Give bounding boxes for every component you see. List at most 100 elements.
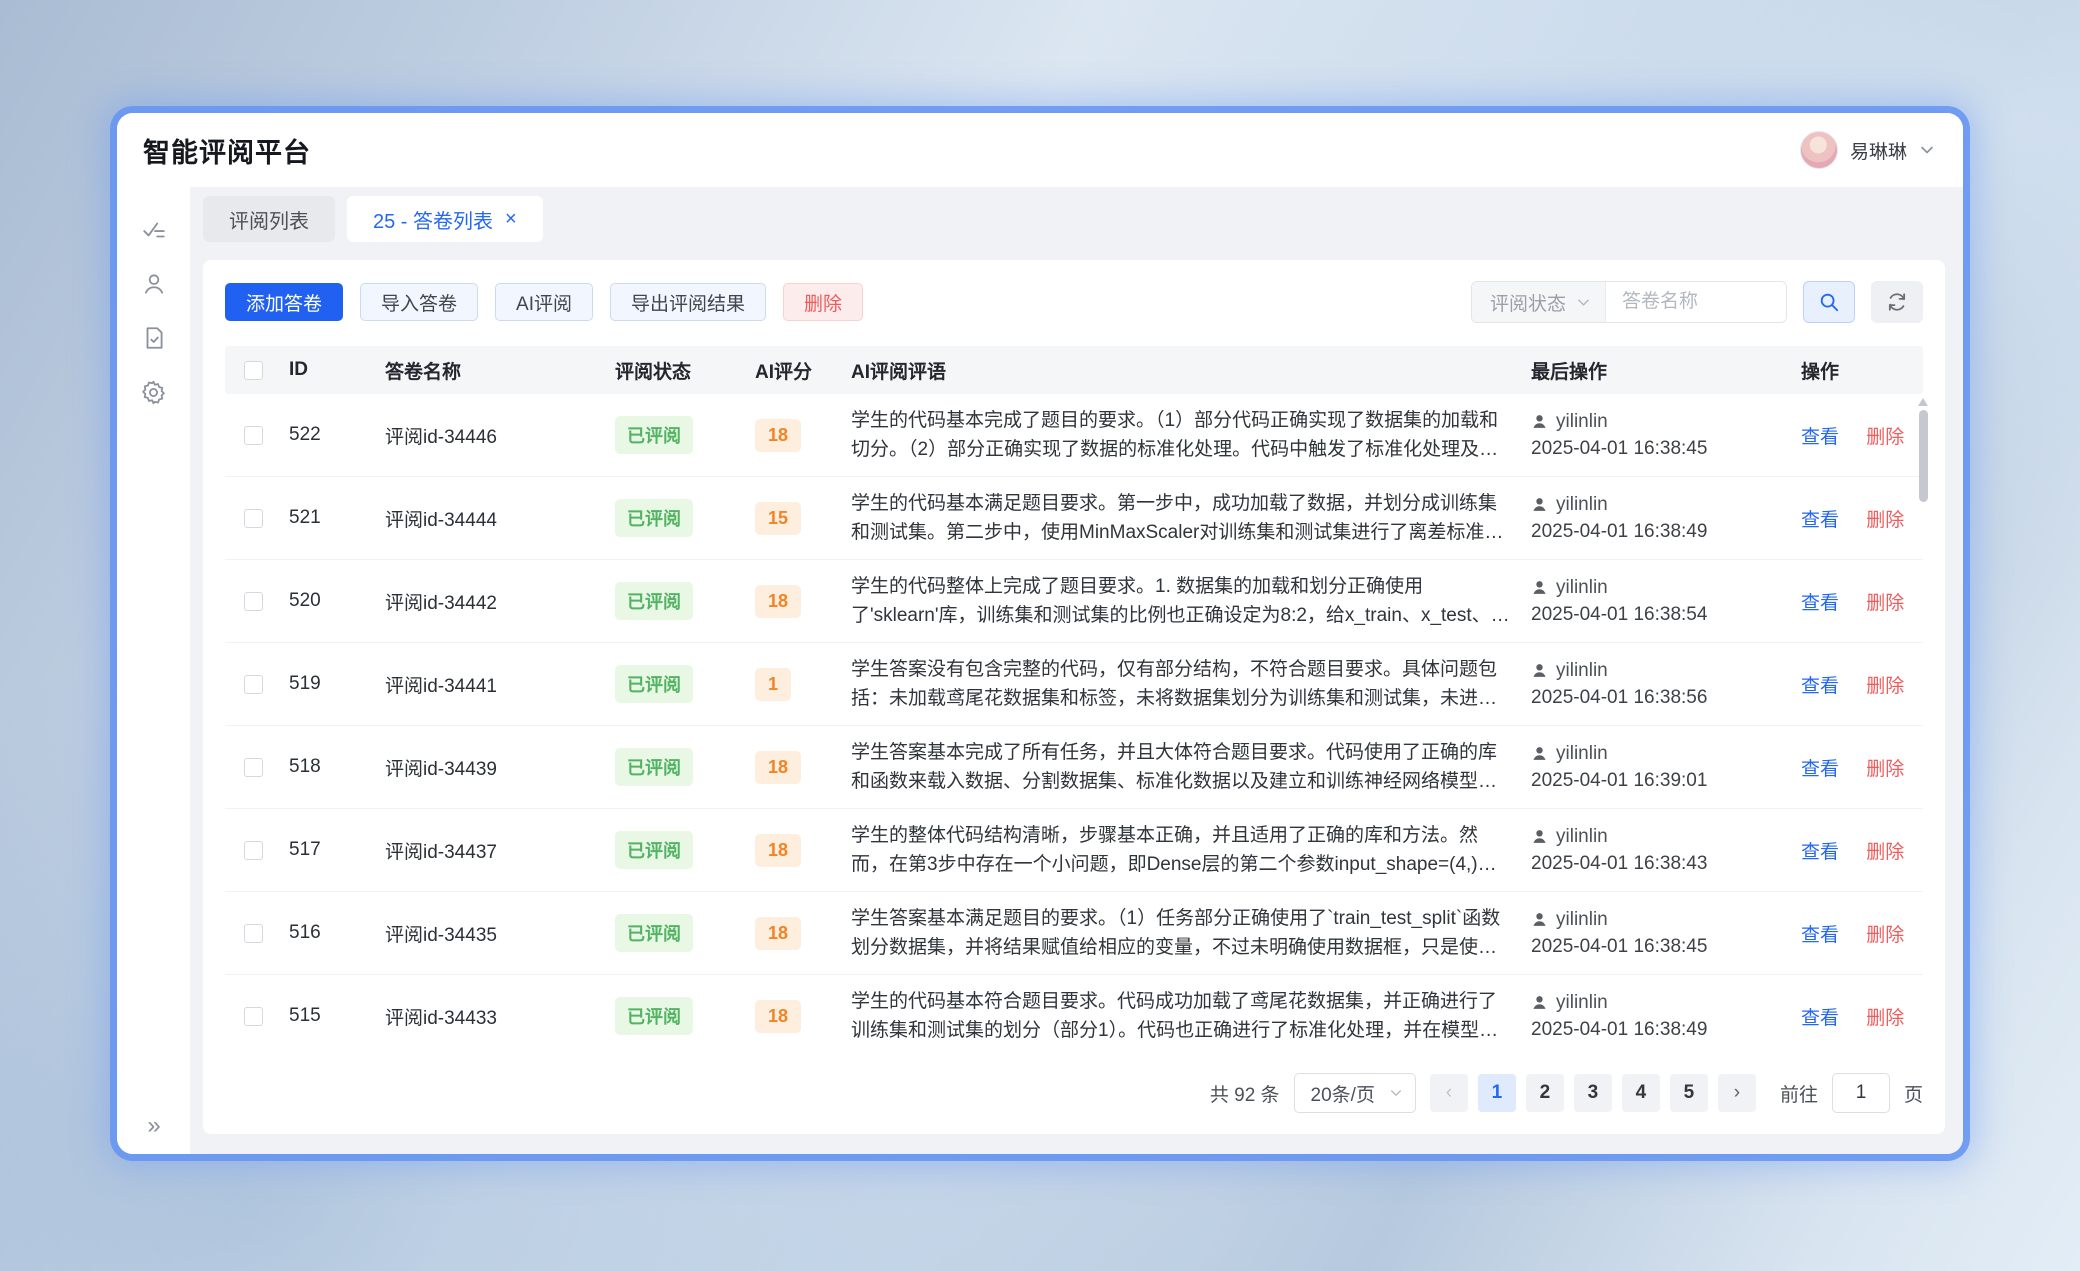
scroll-up-icon[interactable] <box>1918 398 1928 406</box>
delete-link[interactable]: 删除 <box>1866 1008 1904 1029</box>
document-check-icon[interactable] <box>131 315 177 361</box>
chevron-down-icon <box>1919 142 1935 158</box>
ai-review-button[interactable]: AI评阅 <box>495 283 593 321</box>
view-link[interactable]: 查看 <box>1801 510 1839 531</box>
page-button-4[interactable]: 4 <box>1622 1074 1660 1112</box>
refresh-button[interactable] <box>1871 281 1923 323</box>
answer-name-input[interactable] <box>1606 282 1786 322</box>
person-icon <box>1531 413 1548 430</box>
tab-review-list[interactable]: 评阅列表 <box>203 196 335 242</box>
table-row: 519 评阅id-34441 已评阅 1 学生答案没有包含完整的代码，仅有部分结… <box>225 643 1923 726</box>
view-link[interactable]: 查看 <box>1801 759 1839 780</box>
app-title: 智能评阅平台 <box>143 131 311 170</box>
row-name: 评阅id-34446 <box>377 422 607 449</box>
row-comment: 学生的代码整体上完成了题目要求。1. 数据集的加载和划分正确使用了'sklear… <box>851 572 1515 630</box>
row-operator: yilinlin <box>1556 740 1608 767</box>
delete-link[interactable]: 删除 <box>1866 842 1904 863</box>
next-page-button[interactable]: › <box>1718 1074 1756 1112</box>
status-badge: 已评阅 <box>615 665 693 703</box>
tab-bar: 评阅列表 25 - 答卷列表 × <box>203 196 1945 242</box>
app-window: 智能评阅平台 易琳琳 » <box>117 113 1963 1154</box>
person-icon <box>1531 994 1548 1011</box>
delete-link[interactable]: 删除 <box>1866 593 1904 614</box>
goto-page-input[interactable] <box>1832 1073 1890 1113</box>
delete-link[interactable]: 删除 <box>1866 427 1904 448</box>
row-comment: 学生的整体代码结构清晰，步骤基本正确，并且适用了正确的库和方法。然而，在第3步中… <box>851 821 1515 879</box>
view-link[interactable]: 查看 <box>1801 427 1839 448</box>
row-id: 521 <box>281 507 377 529</box>
row-time: 2025-04-01 16:38:45 <box>1531 933 1785 960</box>
row-comment: 学生答案基本完成了所有任务，并且大体符合题目要求。代码使用了正确的库和函数来载入… <box>851 738 1515 796</box>
row-checkbox[interactable] <box>244 841 263 860</box>
main-content: 评阅列表 25 - 答卷列表 × 添加答卷 导入答卷 AI评阅 导出评阅结果 删… <box>191 187 1963 1154</box>
row-checkbox[interactable] <box>244 426 263 445</box>
prev-page-button[interactable]: ‹ <box>1430 1074 1468 1112</box>
row-checkbox[interactable] <box>244 758 263 777</box>
score-badge: 1 <box>755 668 791 701</box>
close-icon[interactable]: × <box>505 209 517 229</box>
row-time: 2025-04-01 16:38:54 <box>1531 601 1785 628</box>
scrollbar-thumb[interactable] <box>1919 410 1928 502</box>
delete-link[interactable]: 删除 <box>1866 510 1904 531</box>
row-checkbox[interactable] <box>244 592 263 611</box>
export-results-button[interactable]: 导出评阅结果 <box>610 283 766 321</box>
page-unit: 页 <box>1904 1080 1923 1107</box>
view-link[interactable]: 查看 <box>1801 593 1839 614</box>
row-time: 2025-04-01 16:38:56 <box>1531 684 1785 711</box>
row-checkbox[interactable] <box>244 675 263 694</box>
page-button-2[interactable]: 2 <box>1526 1074 1564 1112</box>
delete-link[interactable]: 删除 <box>1866 676 1904 697</box>
row-id: 520 <box>281 590 377 612</box>
add-answer-button[interactable]: 添加答卷 <box>225 283 343 321</box>
header-id: ID <box>281 359 377 381</box>
gear-icon[interactable] <box>131 369 177 415</box>
scrollbar[interactable] <box>1917 398 1929 1038</box>
person-icon <box>1531 662 1548 679</box>
page-size-select[interactable]: 20条/页 <box>1294 1073 1416 1113</box>
page-button-3[interactable]: 3 <box>1574 1074 1612 1112</box>
delete-link[interactable]: 删除 <box>1866 759 1904 780</box>
header-comment: AI评阅评语 <box>843 357 1523 384</box>
row-id: 518 <box>281 756 377 778</box>
user-icon[interactable] <box>131 261 177 307</box>
row-checkbox[interactable] <box>244 924 263 943</box>
avatar[interactable] <box>1800 131 1838 169</box>
user-menu[interactable]: 易琳琳 <box>1800 131 1935 169</box>
sidebar-collapse-icon[interactable]: » <box>117 1112 191 1140</box>
view-link[interactable]: 查看 <box>1801 1008 1839 1029</box>
row-checkbox[interactable] <box>244 1007 263 1026</box>
header-status: 评阅状态 <box>607 357 747 384</box>
row-comment: 学生的代码基本满足题目要求。第一步中，成功加载了数据，并划分成训练集和测试集。第… <box>851 489 1515 547</box>
row-id: 522 <box>281 424 377 446</box>
delete-link[interactable]: 删除 <box>1866 925 1904 946</box>
checklist-icon[interactable] <box>131 207 177 253</box>
row-checkbox[interactable] <box>244 509 263 528</box>
status-filter-select[interactable]: 评阅状态 <box>1472 282 1606 322</box>
status-badge: 已评阅 <box>615 416 693 454</box>
person-icon <box>1531 579 1548 596</box>
import-answer-button[interactable]: 导入答卷 <box>360 283 478 321</box>
refresh-icon <box>1886 291 1908 313</box>
status-badge: 已评阅 <box>615 997 693 1035</box>
row-name: 评阅id-34442 <box>377 588 607 615</box>
row-id: 519 <box>281 673 377 695</box>
select-all-checkbox[interactable] <box>244 361 263 380</box>
table-row: 518 评阅id-34439 已评阅 18 学生答案基本完成了所有任务，并且大体… <box>225 726 1923 809</box>
tab-answer-list[interactable]: 25 - 答卷列表 × <box>347 196 543 242</box>
view-link[interactable]: 查看 <box>1801 842 1839 863</box>
answer-table: ID 答卷名称 评阅状态 AI评分 AI评阅评语 最后操作 操作 522 评阅i… <box>225 346 1923 1056</box>
table-row: 517 评阅id-34437 已评阅 18 学生的整体代码结构清晰，步骤基本正确… <box>225 809 1923 892</box>
score-badge: 18 <box>755 419 801 452</box>
view-link[interactable]: 查看 <box>1801 925 1839 946</box>
row-time: 2025-04-01 16:38:49 <box>1531 1016 1785 1043</box>
chevron-down-icon <box>1576 295 1591 310</box>
delete-button[interactable]: 删除 <box>783 283 863 321</box>
row-name: 评阅id-34435 <box>377 920 607 947</box>
row-time: 2025-04-01 16:38:45 <box>1531 435 1785 462</box>
search-button[interactable] <box>1803 281 1855 323</box>
row-time: 2025-04-01 16:38:49 <box>1531 518 1785 545</box>
score-badge: 18 <box>755 917 801 950</box>
page-button-1[interactable]: 1 <box>1478 1074 1516 1112</box>
page-button-5[interactable]: 5 <box>1670 1074 1708 1112</box>
view-link[interactable]: 查看 <box>1801 676 1839 697</box>
